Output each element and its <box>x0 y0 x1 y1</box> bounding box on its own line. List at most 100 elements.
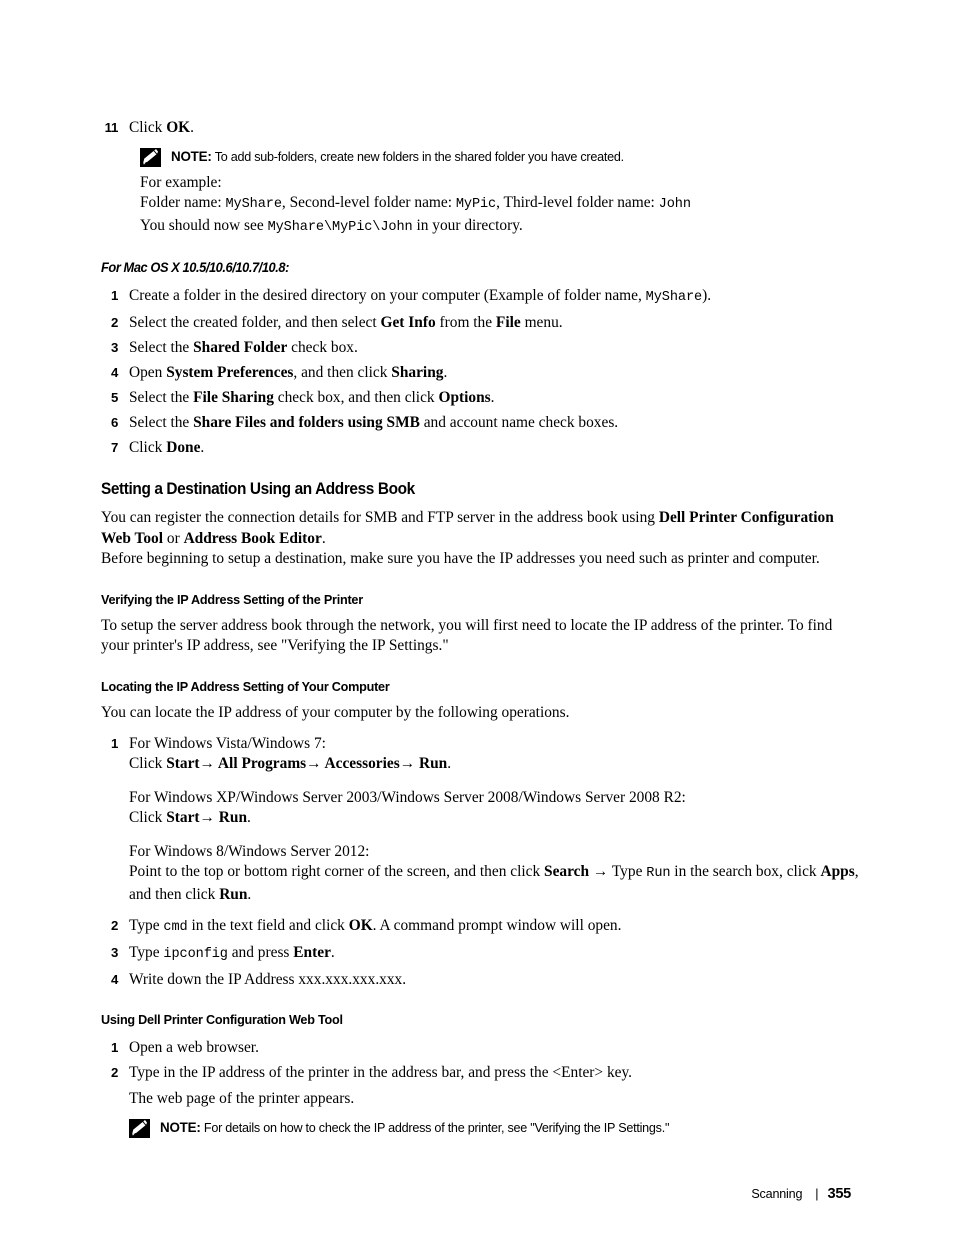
step-number: 3 <box>110 944 118 960</box>
text-end: . <box>447 755 452 772</box>
text-c: . <box>443 363 448 381</box>
text-c: in the search box, click <box>670 863 821 880</box>
text-a: Click <box>129 438 167 456</box>
text-bold-search: Search <box>544 863 590 880</box>
step-text-suffix: . <box>190 119 195 136</box>
list-item-locate-2: 2 Type cmd in the text field and click O… <box>101 916 861 939</box>
text-bold-get-info: Get Info <box>380 313 436 331</box>
text-bold-run: Run <box>219 885 248 903</box>
list-item-mac-5: 5 Select the File Sharing check box, and… <box>101 388 861 409</box>
step-text-bold: OK <box>166 119 191 136</box>
example-line-3: You should now see MyShare\MyPic\John in… <box>140 216 861 239</box>
note-label: NOTE: <box>160 1119 201 1135</box>
step-text: Select the Share Files and folders using… <box>129 413 861 434</box>
text-b: in the text field and click <box>187 916 349 934</box>
text-bold-done: Done <box>166 438 201 456</box>
step-number: 6 <box>110 414 118 430</box>
text-a: Type <box>129 943 164 961</box>
step-text: Type cmd in the text field and click OK.… <box>129 916 861 939</box>
list-item-step-11: 11 Click OK. <box>101 118 861 139</box>
heading-locating-ip: Locating the IP Address Setting of Your … <box>101 678 390 694</box>
text-vista-line: For Windows Vista/Windows 7: <box>129 734 326 752</box>
text-xp-click: Click Start→ Run. <box>129 808 861 829</box>
step-text: Type ipconfig and press Enter. <box>129 943 861 966</box>
page-number: 355 <box>827 1186 852 1202</box>
note-pencil-icon <box>140 147 161 167</box>
heading-setting-destination: Setting a Destination Using an Address B… <box>101 480 415 498</box>
heading-mac-os: For Mac OS X 10.5/10.6/10.7/10.8: <box>101 260 289 275</box>
step-subtext: The web page of the printer appears. <box>129 1090 355 1107</box>
text-b: check box, and then click <box>273 388 439 406</box>
text-a: Select the <box>129 413 194 431</box>
text-b: check box. <box>287 338 358 356</box>
document-page: 11 Click OK. NOTE: To add sub-folders, c… <box>0 0 954 1235</box>
code-run: Run <box>646 866 671 881</box>
step-number: 7 <box>110 439 118 455</box>
example-block: For example: Folder name: MyShare, Secon… <box>140 173 861 239</box>
arrow-icon: → <box>199 809 215 826</box>
text-bold-share-files-smb: Share Files and folders using SMB <box>193 413 420 431</box>
text-b: Type <box>611 863 647 880</box>
text-b: ). <box>702 286 712 304</box>
example-line-1: For example: <box>140 173 222 191</box>
paragraph-locating-ip-intro: You can locate the IP address of your co… <box>101 703 570 721</box>
code-myshare: MyShare <box>645 289 703 305</box>
paragraph-address-book-1: You can register the connection details … <box>101 508 861 549</box>
list-item-mac-4: 4 Open System Preferences, and then clic… <box>101 363 861 384</box>
note-row: NOTE: To add sub-folders, create new fol… <box>140 147 861 167</box>
page-footer: Scanning | 355 <box>751 1186 851 1202</box>
step-number: 2 <box>110 917 118 933</box>
code-mypic: MyPic <box>455 197 497 212</box>
step-text: Type in the IP address of the printer in… <box>129 1063 633 1081</box>
step-number: 2 <box>110 1064 118 1080</box>
note-block-1: NOTE: To add sub-folders, create new fol… <box>140 147 861 167</box>
list-item-locate-1: 1 For Windows Vista/Windows 7: Click Sta… <box>101 734 861 906</box>
text-b: or <box>163 529 184 547</box>
text-bold-system-preferences: System Preferences <box>166 363 294 381</box>
text-bold-start: Start <box>166 755 200 772</box>
text-c: . <box>321 529 326 547</box>
text-bold-file-sharing: File Sharing <box>193 388 274 406</box>
text-a: Point to the top or bottom right corner … <box>129 863 545 880</box>
step-number: 4 <box>110 364 118 380</box>
step-text: Click Done. <box>129 438 861 459</box>
example-line-2: Folder name: MyShare, Second-level folde… <box>140 193 861 216</box>
arrow-icon: → <box>306 755 322 772</box>
text-bold-all-programs: All Programs <box>214 755 307 772</box>
list-item-mac-7: 7 Click Done. <box>101 438 861 459</box>
text-bold-accessories: Accessories <box>321 755 400 772</box>
paragraph-address-book-2: Before beginning to setup a destination,… <box>101 550 820 567</box>
text-c: . <box>330 943 335 961</box>
text-bold-sharing: Sharing <box>391 363 444 381</box>
code-myshare: MyShare <box>225 197 282 212</box>
step-text-prefix: Click <box>129 119 167 136</box>
step-text: Open System Preferences, and then click … <box>129 363 861 384</box>
text-c: . <box>490 388 495 406</box>
step-number: 11 <box>104 120 119 135</box>
text-end: . <box>247 809 251 826</box>
list-item-mac-6: 6 Select the Share Files and folders usi… <box>101 413 861 434</box>
list-item-locate-4: 4 Write down the IP Address xxx.xxx.xxx.… <box>101 970 861 991</box>
step-text: Click OK. <box>129 118 861 139</box>
mac-steps-list: 1 Create a folder in the desired directo… <box>101 286 861 459</box>
note-content: NOTE: For details on how to check the IP… <box>160 1118 669 1137</box>
note-content: NOTE: To add sub-folders, create new fol… <box>171 147 624 166</box>
code-john: John <box>658 197 691 212</box>
step-text: Create a folder in the desired directory… <box>129 286 861 309</box>
arrow-icon: → <box>199 755 215 772</box>
text-a: Create a folder in the desired directory… <box>129 286 646 304</box>
step-number: 5 <box>110 389 118 405</box>
text-vista-click: Click Start→ All Programs→ Accessories→ … <box>129 754 861 775</box>
text-win8-line: For Windows 8/Windows Server 2012: <box>129 842 370 860</box>
step-number: 1 <box>110 1039 118 1055</box>
text-bold-run: Run <box>415 755 448 772</box>
text-b: and press <box>227 943 294 961</box>
